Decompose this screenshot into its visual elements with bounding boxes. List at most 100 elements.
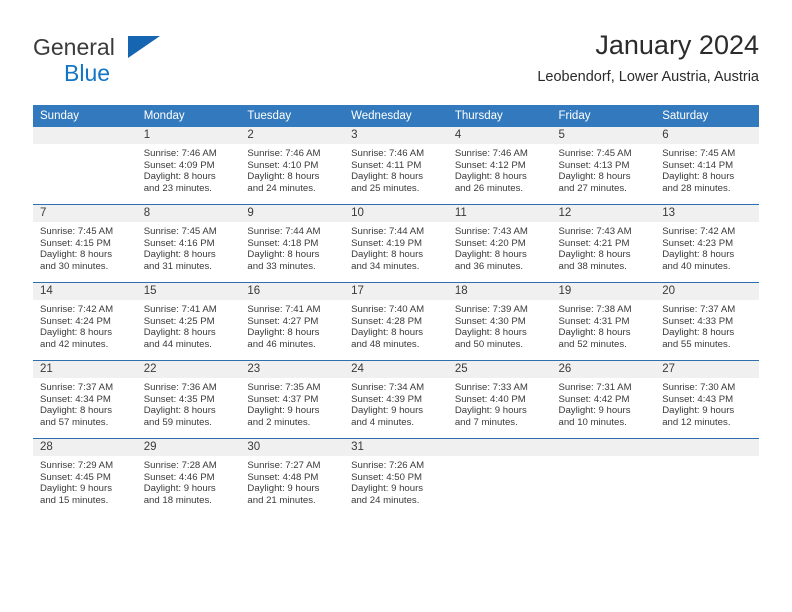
sunset-text: Sunset: 4:35 PM: [143, 393, 215, 405]
day-details: Sunrise: 7:39 AM Sunset: 4:30 PM Daylight:…: [448, 300, 552, 350]
page-subtitle: Leobendorf, Lower Austria, Austria: [537, 69, 759, 85]
calendar-week-row: 14 Sunrise: 7:42 AM Sunset: 4:24 PM Dayligh…: [33, 282, 759, 361]
calendar-day-cell[interactable]: 23 Sunrise: 7:35 AM Sunset: 4:37 PM Dayligh…: [240, 360, 345, 439]
calendar-day-cell[interactable]: 22 Sunrise: 7:36 AM Sunset: 4:35 PM Dayligh…: [136, 360, 241, 439]
day-number: 5: [551, 127, 656, 144]
calendar-day-cell[interactable]: 30 Sunrise: 7:27 AM Sunset: 4:48 PM Dayligh…: [240, 438, 345, 516]
calendar-day-cell[interactable]: 4 Sunrise: 7:46 AM Sunset: 4:12 PM Daylight…: [447, 127, 552, 205]
day-number: 3: [344, 127, 448, 144]
day-number: 11: [447, 205, 552, 222]
daylight-text-line1: Daylight: 8 hours: [143, 171, 216, 183]
daylight-text-line2: and 4 minutes.: [351, 416, 415, 428]
day-details: Sunrise: 7:36 AM Sunset: 4:35 PM Daylight:…: [137, 378, 241, 428]
day-details: Sunrise: 7:31 AM Sunset: 4:42 PM Daylight:…: [552, 378, 656, 428]
calendar-day-cell[interactable]: 6 Sunrise: 7:45 AM Sunset: 4:14 PM Daylight…: [655, 127, 759, 205]
day-number: 18: [447, 283, 552, 300]
daylight-text-line1: Daylight: 8 hours: [247, 249, 320, 261]
daylight-text-line1: Daylight: 8 hours: [662, 171, 735, 183]
page-header: General Blue January 2024 Leobendorf, Lo…: [33, 28, 759, 98]
day-number: 24: [344, 361, 448, 378]
day-number: 2: [240, 127, 345, 144]
sunrise-text: Sunrise: 7:34 AM: [351, 382, 425, 393]
day-number: 16: [240, 283, 345, 300]
calendar-day-cell[interactable]: 1 Sunrise: 7:46 AM Sunset: 4:09 PM Daylight…: [136, 127, 241, 205]
day-number: 20: [655, 283, 759, 300]
day-details: Sunrise: 7:45 AM Sunset: 4:15 PM Daylight:…: [33, 222, 137, 272]
daylight-text-line2: and 42 minutes.: [40, 338, 109, 350]
daylight-text-line1: Daylight: 8 hours: [143, 249, 216, 261]
daylight-text-line1: Daylight: 9 hours: [247, 405, 320, 417]
sunset-text: Sunset: 4:45 PM: [40, 471, 111, 483]
sunrise-text: Sunrise: 7:40 AM: [351, 304, 425, 315]
sunrise-text: Sunrise: 7:41 AM: [143, 304, 217, 315]
calendar-day-cell[interactable]: 9 Sunrise: 7:44 AM Sunset: 4:18 PM Daylight…: [240, 204, 345, 283]
weekday-header-tuesday: Tuesday: [240, 105, 345, 127]
sunset-text: Sunset: 4:50 PM: [351, 471, 423, 483]
sunset-text: Sunset: 4:34 PM: [40, 393, 111, 405]
sunrise-text: Sunrise: 7:36 AM: [143, 382, 217, 393]
calendar-day-cell[interactable]: 17 Sunrise: 7:40 AM Sunset: 4:28 PM Dayligh…: [344, 282, 448, 361]
daylight-text-line2: and 55 minutes.: [662, 338, 731, 350]
sunrise-text: Sunrise: 7:33 AM: [454, 382, 528, 393]
sunrise-text: Sunrise: 7:42 AM: [662, 226, 736, 237]
day-details: Sunrise: 7:46 AM Sunset: 4:11 PM Daylight:…: [344, 144, 448, 194]
calendar-day-cell[interactable]: 15 Sunrise: 7:41 AM Sunset: 4:25 PM Dayligh…: [136, 282, 241, 361]
daylight-text-line2: and 40 minutes.: [662, 260, 731, 272]
calendar-day-cell[interactable]: 28 Sunrise: 7:29 AM Sunset: 4:45 PM Dayligh…: [33, 438, 137, 516]
calendar-day-cell[interactable]: 31 Sunrise: 7:26 AM Sunset: 4:50 PM Dayligh…: [344, 438, 448, 516]
sunrise-text: Sunrise: 7:45 AM: [662, 148, 736, 159]
daylight-text-line1: Daylight: 8 hours: [558, 171, 631, 183]
day-number: 30: [240, 439, 345, 456]
sunrise-text: Sunrise: 7:37 AM: [40, 382, 114, 393]
calendar-day-cell[interactable]: 11 Sunrise: 7:43 AM Sunset: 4:20 PM Dayligh…: [447, 204, 552, 283]
daylight-text-line2: and 27 minutes.: [558, 182, 627, 194]
day-number: 7: [33, 205, 137, 222]
calendar-day-cell[interactable]: 13 Sunrise: 7:42 AM Sunset: 4:23 PM Dayligh…: [655, 204, 759, 283]
sunset-text: Sunset: 4:39 PM: [351, 393, 423, 405]
day-details: Sunrise: 7:29 AM Sunset: 4:45 PM Daylight:…: [33, 456, 137, 506]
sunset-text: Sunset: 4:21 PM: [558, 237, 630, 249]
day-details: Sunrise: 7:28 AM Sunset: 4:46 PM Daylight:…: [137, 456, 241, 506]
daylight-text-line1: Daylight: 9 hours: [40, 483, 112, 495]
day-number: 27: [655, 361, 759, 378]
daylight-text-line2: and 48 minutes.: [351, 338, 420, 350]
calendar-day-cell[interactable]: 14 Sunrise: 7:42 AM Sunset: 4:24 PM Dayligh…: [33, 282, 137, 361]
calendar-day-cell[interactable]: 5 Sunrise: 7:45 AM Sunset: 4:13 PM Daylight…: [551, 127, 656, 205]
day-number: 15: [136, 283, 241, 300]
calendar-grid: Sunday Monday Tuesday Wednesday Thursday…: [33, 105, 759, 516]
calendar-day-cell[interactable]: 26 Sunrise: 7:31 AM Sunset: 4:42 PM Dayligh…: [551, 360, 656, 439]
weekday-header-row: Sunday Monday Tuesday Wednesday Thursday…: [33, 105, 759, 127]
calendar-day-cell[interactable]: 8 Sunrise: 7:45 AM Sunset: 4:16 PM Daylight…: [136, 204, 241, 283]
sunset-text: Sunset: 4:28 PM: [351, 315, 423, 327]
calendar-day-cell[interactable]: 10 Sunrise: 7:44 AM Sunset: 4:19 PM Dayligh…: [344, 204, 448, 283]
calendar-day-cell[interactable]: 2 Sunrise: 7:46 AM Sunset: 4:10 PM Daylight…: [240, 127, 345, 205]
daylight-text-line1: Daylight: 9 hours: [143, 483, 216, 495]
weekday-header-friday: Friday: [551, 105, 656, 127]
sunrise-text: Sunrise: 7:27 AM: [247, 460, 321, 471]
calendar-day-cell[interactable]: 27 Sunrise: 7:30 AM Sunset: 4:43 PM Dayligh…: [655, 360, 759, 439]
day-number: 10: [344, 205, 448, 222]
daylight-text-line2: and 18 minutes.: [143, 494, 212, 506]
calendar-day-cell[interactable]: 12 Sunrise: 7:43 AM Sunset: 4:21 PM Dayligh…: [551, 204, 656, 283]
sunset-text: Sunset: 4:43 PM: [662, 393, 734, 405]
sunrise-text: Sunrise: 7:46 AM: [247, 148, 321, 159]
daylight-text-line2: and 24 minutes.: [247, 182, 316, 194]
weekday-header-wednesday: Wednesday: [344, 105, 448, 127]
calendar-day-cell[interactable]: 3 Sunrise: 7:46 AM Sunset: 4:11 PM Daylight…: [344, 127, 448, 205]
day-number: 1: [136, 127, 241, 144]
triangle-icon: [128, 36, 160, 58]
calendar-day-cell[interactable]: 21 Sunrise: 7:37 AM Sunset: 4:34 PM Dayligh…: [33, 360, 137, 439]
day-details: Sunrise: 7:27 AM Sunset: 4:48 PM Daylight:…: [240, 456, 344, 506]
calendar-day-cell[interactable]: 7 Sunrise: 7:45 AM Sunset: 4:15 PM Daylight…: [33, 204, 137, 283]
daylight-text-line2: and 7 minutes.: [454, 416, 518, 428]
day-number: 21: [33, 361, 137, 378]
calendar-day-cell[interactable]: 20 Sunrise: 7:37 AM Sunset: 4:33 PM Dayligh…: [655, 282, 759, 361]
calendar-day-cell[interactable]: 19 Sunrise: 7:38 AM Sunset: 4:31 PM Dayligh…: [551, 282, 656, 361]
calendar-day-cell[interactable]: 16 Sunrise: 7:41 AM Sunset: 4:27 PM Dayligh…: [240, 282, 345, 361]
calendar-day-cell[interactable]: 24 Sunrise: 7:34 AM Sunset: 4:39 PM Dayligh…: [344, 360, 448, 439]
calendar-day-cell[interactable]: 18 Sunrise: 7:39 AM Sunset: 4:30 PM Dayligh…: [447, 282, 552, 361]
daylight-text-line2: and 36 minutes.: [454, 260, 524, 272]
calendar-day-cell[interactable]: 29 Sunrise: 7:28 AM Sunset: 4:46 PM Dayligh…: [136, 438, 241, 516]
calendar-day-cell[interactable]: 25 Sunrise: 7:33 AM Sunset: 4:40 PM Dayligh…: [447, 360, 552, 439]
day-details: Sunrise: 7:43 AM Sunset: 4:21 PM Daylight:…: [552, 222, 656, 272]
